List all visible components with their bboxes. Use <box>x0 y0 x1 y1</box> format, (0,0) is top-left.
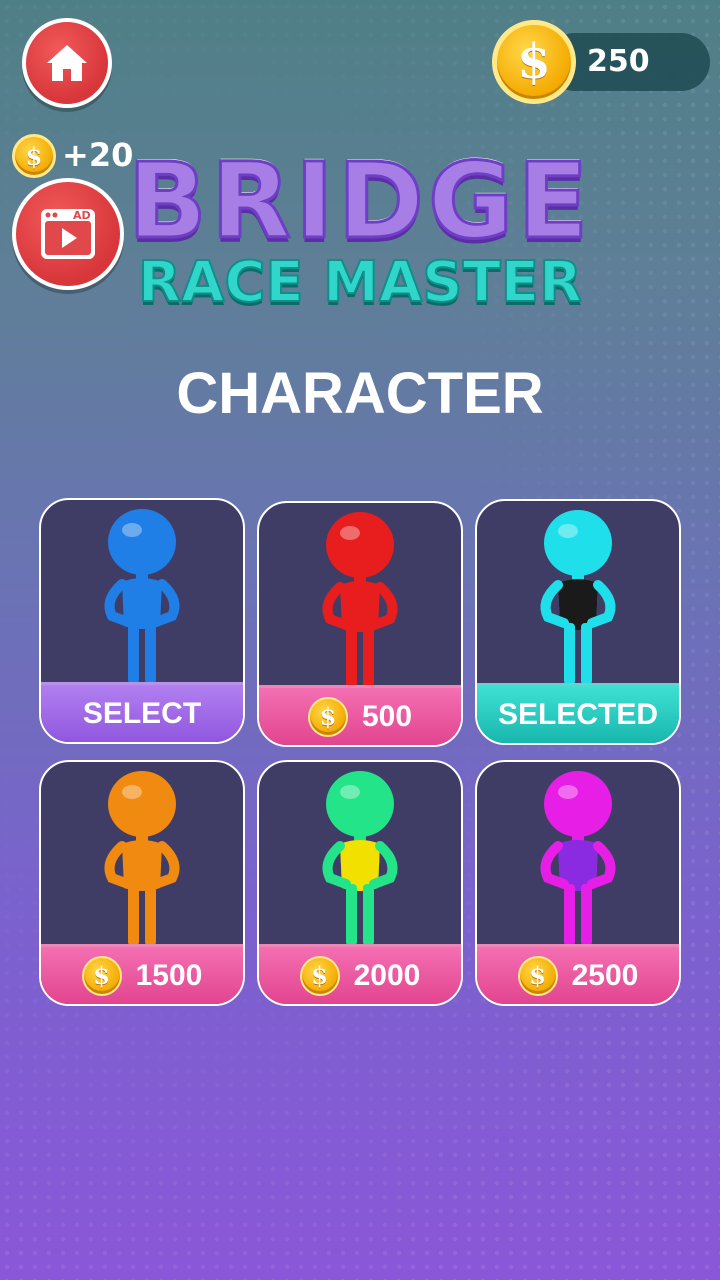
stickman-icon <box>104 509 180 684</box>
card-action-label: 2000 <box>353 958 421 992</box>
selected-indicator: SELECTED <box>477 683 679 743</box>
stickman-icon <box>540 771 616 946</box>
card-action-label: 1500 <box>135 958 203 992</box>
coin-icon: $ <box>307 696 348 737</box>
coin-icon: $ <box>81 955 122 996</box>
coin-icon: $ <box>492 20 576 104</box>
character-preview <box>477 762 679 946</box>
character-card[interactable]: $2500 <box>475 760 681 1006</box>
character-preview <box>41 762 243 946</box>
coin-icon: $ <box>517 955 558 996</box>
buy-button[interactable]: $2500 <box>477 944 679 1004</box>
character-card[interactable]: $500 <box>257 501 463 747</box>
buy-button[interactable]: $1500 <box>41 944 243 1004</box>
card-action-label: SELECTED <box>497 697 659 731</box>
character-card[interactable]: $1500 <box>39 760 245 1006</box>
buy-button[interactable]: $500 <box>259 685 461 745</box>
page-heading: CHARACTER <box>176 361 544 426</box>
coin-balance: 250 <box>587 44 650 79</box>
stickman-icon <box>322 512 398 687</box>
character-preview <box>259 762 461 946</box>
stickman-icon <box>322 771 398 946</box>
card-action-label: 500 <box>361 699 413 733</box>
game-title-race-master: RACE MASTER <box>137 249 583 316</box>
buy-button[interactable]: $2000 <box>259 944 461 1004</box>
home-icon <box>47 45 87 81</box>
card-action-label: 2500 <box>571 958 639 992</box>
character-card[interactable]: SELECTED <box>475 499 681 745</box>
game-title-bridge: BRIDGE <box>126 139 593 264</box>
character-card[interactable]: $2000 <box>257 760 463 1006</box>
character-preview <box>259 503 461 687</box>
character-card[interactable]: SELECT <box>39 498 245 744</box>
stickman-icon <box>104 771 180 946</box>
character-preview <box>41 500 243 684</box>
coin-icon: $ <box>299 955 340 996</box>
stickman-icon <box>540 510 616 685</box>
select-button[interactable]: SELECT <box>41 682 243 742</box>
character-preview <box>477 501 679 685</box>
home-button[interactable] <box>22 18 112 108</box>
card-action-label: SELECT <box>82 696 202 730</box>
